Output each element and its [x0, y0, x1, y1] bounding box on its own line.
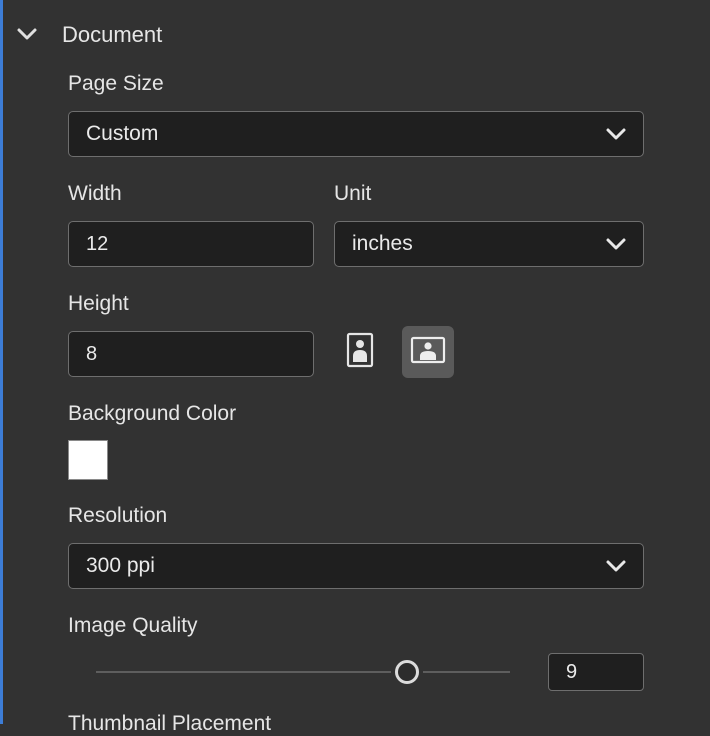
panel-accent-bar [0, 0, 3, 724]
page-size-label: Page Size [68, 72, 164, 95]
document-section-toggle[interactable]: Document [16, 18, 162, 50]
chevron-down-icon [16, 24, 42, 44]
chevron-down-icon [605, 558, 627, 574]
chevron-down-icon [605, 126, 627, 142]
unit-label: Unit [334, 182, 372, 205]
background-color-label: Background Color [68, 402, 237, 425]
unit-dropdown[interactable]: inches [334, 221, 644, 267]
image-quality-field[interactable] [548, 653, 644, 691]
image-quality-slider-track[interactable] [96, 671, 391, 673]
width-label: Width [68, 182, 122, 205]
resolution-label: Resolution [68, 504, 168, 527]
portrait-orientation-button[interactable] [342, 332, 378, 372]
height-field[interactable] [68, 331, 314, 377]
height-label: Height [68, 292, 129, 315]
section-title: Document [62, 22, 163, 47]
resolution-dropdown[interactable]: 300 ppi [68, 543, 644, 589]
image-quality-slider-track-remaining[interactable] [422, 671, 510, 673]
page-size-value: Custom [86, 122, 159, 145]
thumbnail-placement-label: Thumbnail Placement [68, 712, 272, 735]
landscape-orientation-icon [410, 336, 446, 369]
page-size-dropdown[interactable]: Custom [68, 111, 644, 157]
width-field[interactable] [68, 221, 314, 267]
background-color-swatch[interactable] [68, 440, 108, 480]
chevron-down-icon [605, 236, 627, 252]
image-quality-slider-thumb[interactable] [394, 660, 419, 684]
landscape-orientation-button[interactable] [402, 326, 454, 378]
image-quality-label: Image Quality [68, 614, 198, 637]
portrait-orientation-icon [345, 332, 375, 373]
resolution-value: 300 ppi [86, 554, 155, 577]
unit-value: inches [352, 232, 413, 255]
